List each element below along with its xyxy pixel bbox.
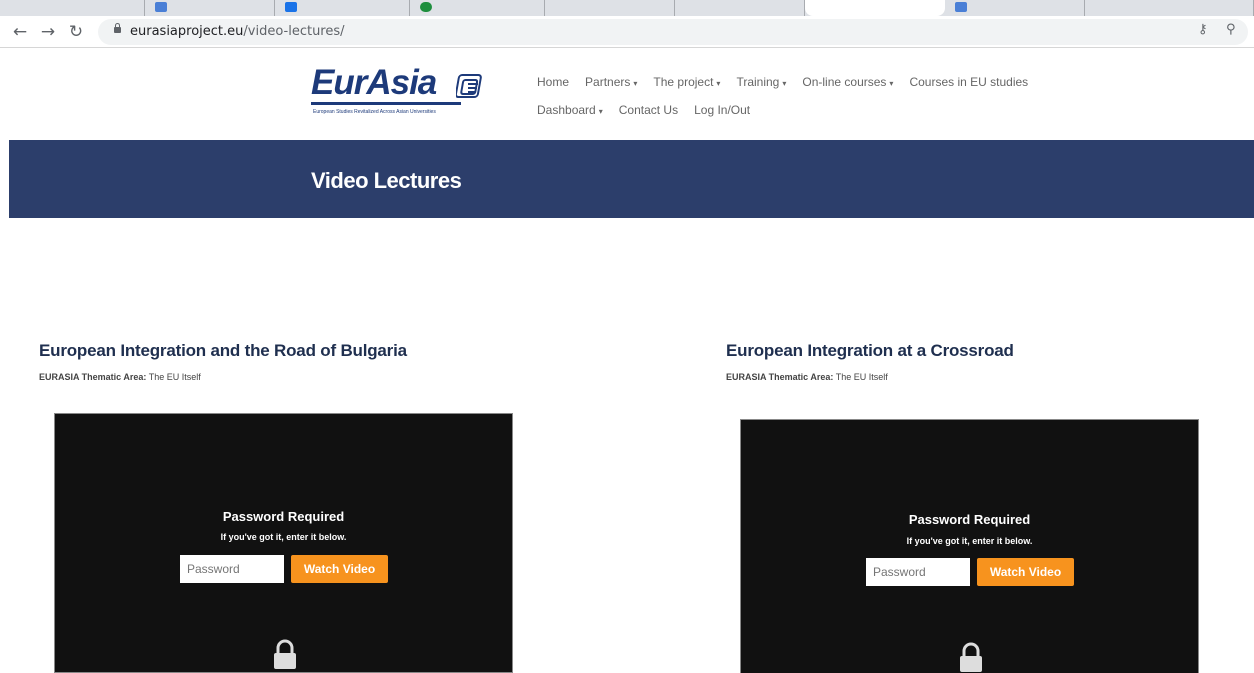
docs-icon (285, 2, 297, 12)
forward-arrow-icon[interactable]: → (38, 22, 58, 42)
browser-tab[interactable] (675, 0, 805, 16)
site-icon (420, 2, 432, 12)
caret-down-icon: ▾ (889, 79, 894, 88)
menu-item-label: On-line courses (802, 75, 887, 89)
menu-item-label: Home (537, 75, 570, 89)
browser-tab[interactable] (945, 0, 1085, 16)
thematic-area-label: EURASIA Thematic Area: (726, 372, 834, 382)
menu-item-the-project[interactable]: The project ▾ (653, 75, 720, 89)
browser-tab[interactable] (410, 0, 545, 16)
password-hint: If you've got it, enter it below. (906, 536, 1033, 546)
thematic-area: EURASIA Thematic Area: The EU Itself (39, 372, 407, 382)
menu-item-training[interactable]: Training ▾ (736, 75, 786, 89)
caret-down-icon: ▾ (633, 79, 638, 88)
zoom-icon[interactable]: ⚲ (1226, 22, 1236, 37)
menu-item-partners[interactable]: Partners ▾ (585, 75, 637, 89)
password-required-heading: Password Required (222, 509, 345, 524)
watch-video-button[interactable]: Watch Video (291, 555, 388, 583)
video-card: European Integration and the Road of Bul… (39, 341, 407, 382)
browser-tab-active[interactable] (805, 0, 945, 16)
thematic-area-link[interactable]: The EU Itself (149, 372, 201, 382)
video-title: European Integration and the Road of Bul… (39, 341, 407, 360)
url-text: eurasiaproject.eu/video-lectures/ (130, 24, 345, 39)
menu-item-contact-us[interactable]: Contact Us (619, 103, 678, 117)
logo-wordmark: EurAsia (311, 63, 437, 102)
padlock-icon (274, 639, 296, 669)
back-arrow-icon[interactable]: ← (10, 22, 30, 42)
watch-video-button[interactable]: Watch Video (977, 558, 1074, 586)
padlock-icon (960, 642, 982, 672)
menu-row: Home Partners ▾ The project ▾ Training ▾ On-lin… (537, 75, 1137, 103)
menu-item-on-line-courses[interactable]: On-line courses ▾ (802, 75, 893, 89)
menu-item-label: The project (653, 75, 714, 89)
caret-down-icon: ▾ (782, 79, 787, 88)
doc-icon (955, 2, 967, 12)
browser-tab[interactable] (145, 0, 275, 16)
menu-item-label: Courses in EU studies (909, 75, 1029, 89)
menu-item-home[interactable]: Home (537, 75, 569, 89)
lock-icon (114, 23, 121, 33)
password-input[interactable] (180, 555, 284, 583)
key-icon[interactable]: ⚷ (1198, 22, 1208, 37)
url-host: eurasiaproject.eu (130, 24, 244, 39)
logo-emblem-icon (456, 74, 482, 98)
menu-item-log-in-out[interactable]: Log In/Out (694, 103, 750, 117)
video-player: Password Required If you've got it, ente… (740, 419, 1199, 673)
main-menu: Home Partners ▾ The project ▾ Training ▾ On-lin… (537, 75, 1137, 131)
password-hint: If you've got it, enter it below. (220, 532, 347, 542)
site-logo[interactable]: EurAsia European Studies Revitalized Acr… (311, 63, 496, 123)
doc-icon (155, 2, 167, 12)
menu-item-label: Partners (585, 75, 631, 89)
page-banner: Video Lectures (9, 140, 1254, 218)
video-card: European Integration at a Crossroad EURA… (726, 341, 1014, 382)
password-required-heading: Password Required (908, 512, 1031, 527)
video-title: European Integration at a Crossroad (726, 341, 1014, 360)
browser-tab[interactable] (1085, 0, 1254, 16)
address-bar[interactable]: eurasiaproject.eu/video-lectures/ ⚷ ⚲ (98, 19, 1248, 45)
reload-icon[interactable]: ↻ (66, 22, 86, 42)
caret-down-icon: ▾ (598, 107, 603, 116)
browser-tab[interactable] (545, 0, 675, 16)
menu-item-label: Training (736, 75, 780, 89)
browser-tab-strip (0, 0, 1254, 16)
browser-tab[interactable] (0, 0, 145, 16)
password-input[interactable] (866, 558, 970, 586)
video-player: Password Required If you've got it, ente… (54, 413, 513, 673)
menu-item-label: Dashboard (537, 103, 596, 117)
menu-item-courses-in-eu-studies[interactable]: Courses in EU studies (909, 75, 1028, 89)
logo-underline (311, 102, 461, 105)
page-title: Video Lectures (311, 168, 462, 193)
menu-item-label: Log In/Out (694, 103, 751, 117)
menu-item-label: Contact Us (618, 103, 679, 117)
menu-row: Dashboard ▾ Contact Us Log In/Out (537, 103, 1137, 131)
menu-item-dashboard[interactable]: Dashboard ▾ (537, 103, 603, 117)
thematic-area-link[interactable]: The EU Itself (836, 372, 888, 382)
thematic-area-label: EURASIA Thematic Area: (39, 372, 147, 382)
browser-tab[interactable] (275, 0, 410, 16)
caret-down-icon: ▾ (716, 79, 721, 88)
browser-toolbar: ← → ↻ eurasiaproject.eu/video-lectures/ … (0, 16, 1254, 48)
logo-tagline: European Studies Revitalized Across Asia… (313, 109, 436, 115)
url-path: /video-lectures/ (243, 24, 345, 39)
thematic-area: EURASIA Thematic Area: The EU Itself (726, 372, 1014, 382)
